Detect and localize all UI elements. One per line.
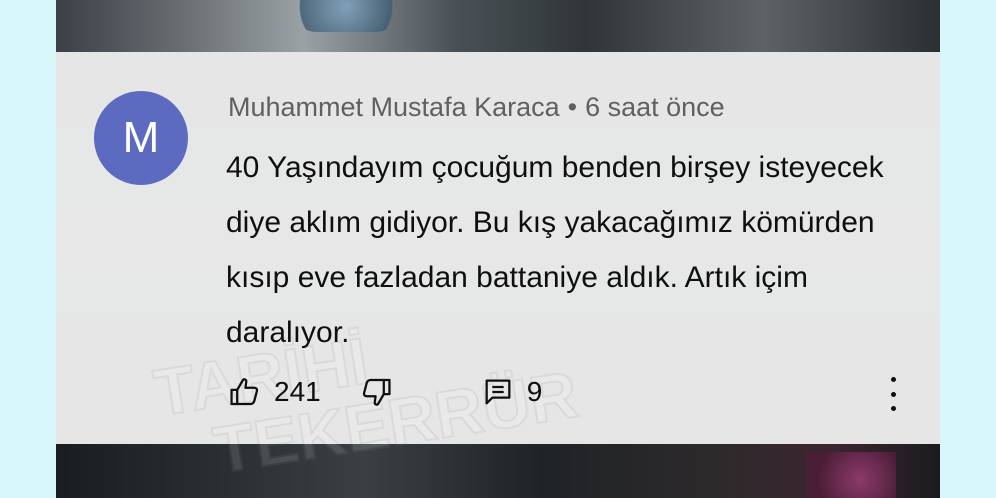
comment-time[interactable]: 6 saat önce [585, 92, 725, 122]
author-name[interactable]: Muhammet Mustafa Karaca [228, 92, 560, 122]
background-top-image [56, 0, 940, 52]
comment-meta: Muhammet Mustafa Karaca • 6 saat önce [228, 92, 725, 123]
comment-text: 40 Yaşındayım çocuğum benden birşey iste… [226, 151, 884, 349]
avatar-letter: M [122, 113, 160, 162]
thumb-up-icon[interactable] [228, 375, 262, 409]
more-vert-icon[interactable] [882, 377, 904, 411]
meta-separator: • [567, 92, 578, 122]
background-bottom-image [56, 444, 940, 498]
comment-card: TARİHİ TEKERRÜR M Muhammet Mustafa Karac… [56, 52, 940, 488]
thumb-down-icon[interactable] [359, 375, 393, 409]
avatar[interactable]: M [94, 91, 188, 185]
reply-count[interactable]: 9 [527, 376, 543, 408]
comment-icon[interactable] [481, 375, 515, 409]
like-count: 241 [274, 376, 321, 407]
comment-actions: 241 9 [228, 370, 542, 414]
